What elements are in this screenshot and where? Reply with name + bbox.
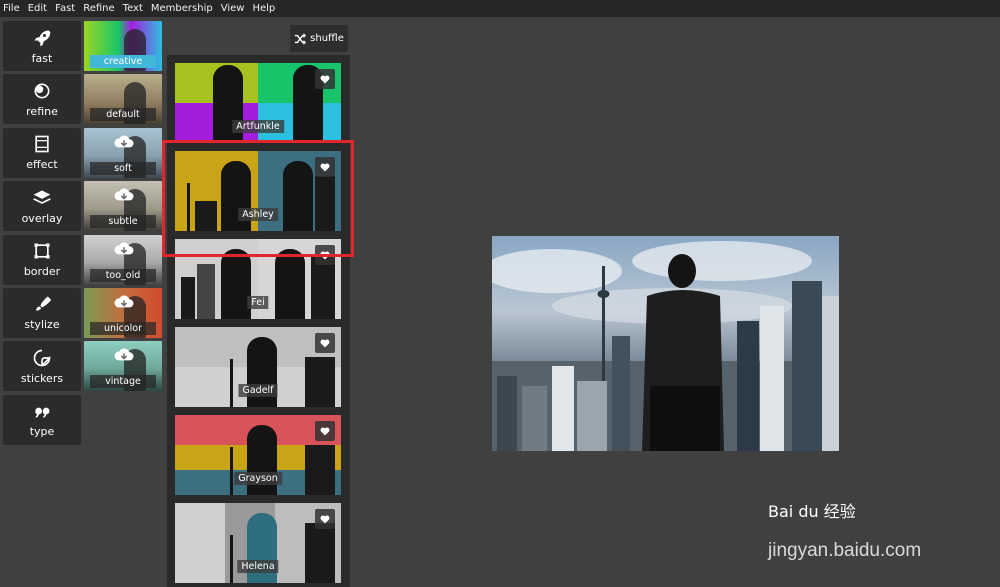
shuffle-label: shuffle: [310, 33, 344, 44]
tool-refine[interactable]: refine: [3, 74, 81, 125]
category-label: subtle: [90, 215, 156, 229]
menu-view[interactable]: View: [221, 0, 245, 17]
heart-icon: [320, 515, 330, 524]
menu-refine[interactable]: Refine: [83, 0, 114, 17]
menu-fast[interactable]: Fast: [55, 0, 75, 17]
category-label: unicolor: [90, 321, 156, 335]
quote-icon: [35, 407, 50, 418]
cloud-download-icon: [113, 293, 135, 311]
border-icon: [34, 243, 50, 259]
favorite-button[interactable]: [315, 157, 335, 177]
favorite-button[interactable]: [315, 509, 335, 529]
filter-list: Artfunkle Ashley Fei Gadelf Grayson Hele…: [167, 55, 350, 587]
tool-stickers[interactable]: stickers: [3, 341, 81, 392]
tool-label: overlay: [21, 211, 63, 225]
layers-icon: [33, 190, 51, 204]
film-icon: [35, 135, 49, 153]
favorite-button[interactable]: [315, 333, 335, 353]
menu-help[interactable]: Help: [252, 0, 275, 17]
tool-label: refine: [26, 104, 58, 118]
tool-label: stylize: [24, 318, 60, 332]
filter-item-gadelf[interactable]: Gadelf: [175, 327, 341, 407]
favorite-button[interactable]: [315, 245, 335, 265]
category-label: soft: [90, 161, 156, 175]
category-soft[interactable]: soft: [84, 127, 162, 178]
filter-name: Helena: [237, 560, 279, 573]
menu-bar: File Edit Fast Refine Text Membership Vi…: [0, 0, 1000, 17]
shuffle-icon: [294, 32, 307, 45]
filter-thumb-q1: [175, 503, 225, 583]
heart-icon: [320, 163, 330, 172]
category-label: default: [90, 108, 156, 122]
tool-overlay[interactable]: overlay: [3, 181, 81, 232]
tool-label: effect: [26, 158, 58, 172]
filter-name: Ashley: [238, 208, 278, 221]
category-label: too_old: [90, 268, 156, 282]
tool-stylize[interactable]: stylize: [3, 287, 81, 338]
tool-effect[interactable]: effect: [3, 127, 81, 178]
category-subtle[interactable]: subtle: [84, 181, 162, 232]
filter-item-ashley[interactable]: Ashley: [175, 151, 341, 231]
filter-categories: creative default soft subtle too_old uni…: [84, 21, 162, 395]
heart-icon: [320, 75, 330, 84]
menu-text[interactable]: Text: [123, 0, 143, 17]
heart-icon: [320, 339, 330, 348]
filter-name: Artfunkle: [232, 120, 284, 133]
category-unicolor[interactable]: unicolor: [84, 287, 162, 338]
filter-item-artfunkle[interactable]: Artfunkle: [175, 63, 341, 143]
tool-label: stickers: [20, 371, 64, 385]
heart-icon: [320, 427, 330, 436]
cloud-download-icon: [113, 346, 135, 364]
rocket-icon: [34, 30, 51, 46]
filter-name: Grayson: [234, 472, 282, 485]
menu-membership[interactable]: Membership: [151, 0, 213, 17]
tool-type[interactable]: type: [3, 394, 81, 445]
tool-label: type: [29, 425, 55, 439]
filter-item-grayson[interactable]: Grayson: [175, 415, 341, 495]
tool-fast[interactable]: fast: [3, 21, 81, 71]
cloud-download-icon: [113, 186, 135, 204]
tool-label: fast: [31, 51, 53, 65]
brush-icon: [36, 296, 52, 312]
category-too-old[interactable]: too_old: [84, 234, 162, 285]
cityscape-image: [492, 241, 839, 451]
category-label: creative: [90, 55, 156, 68]
filter-item-helena[interactable]: Helena: [175, 503, 341, 583]
heart-icon: [320, 251, 330, 260]
favorite-button[interactable]: [315, 421, 335, 441]
photo-preview: [492, 236, 839, 451]
shuffle-button[interactable]: shuffle: [290, 25, 348, 52]
watermark-url: jingyan.baidu.com: [768, 540, 922, 561]
filter-name: Gadelf: [238, 384, 278, 397]
cloud-download-icon: [113, 240, 135, 258]
category-creative[interactable]: creative: [84, 21, 162, 71]
filter-item-fei[interactable]: Fei: [175, 239, 341, 319]
menu-file[interactable]: File: [3, 0, 20, 17]
favorite-button[interactable]: [315, 69, 335, 89]
menu-edit[interactable]: Edit: [28, 0, 47, 17]
filter-name: Fei: [247, 296, 269, 309]
category-default[interactable]: default: [84, 74, 162, 125]
category-label: vintage: [90, 375, 156, 389]
category-vintage[interactable]: vintage: [84, 341, 162, 392]
sticker-icon: [33, 349, 51, 367]
tool-label: border: [23, 265, 61, 279]
cloud-download-icon: [113, 133, 135, 151]
tool-panel: fast refine effect overlay border styliz…: [3, 21, 81, 448]
baidu-jingyan-logo: Bai du 经验: [768, 502, 856, 521]
tool-border[interactable]: border: [3, 234, 81, 285]
refine-icon: [34, 83, 50, 99]
